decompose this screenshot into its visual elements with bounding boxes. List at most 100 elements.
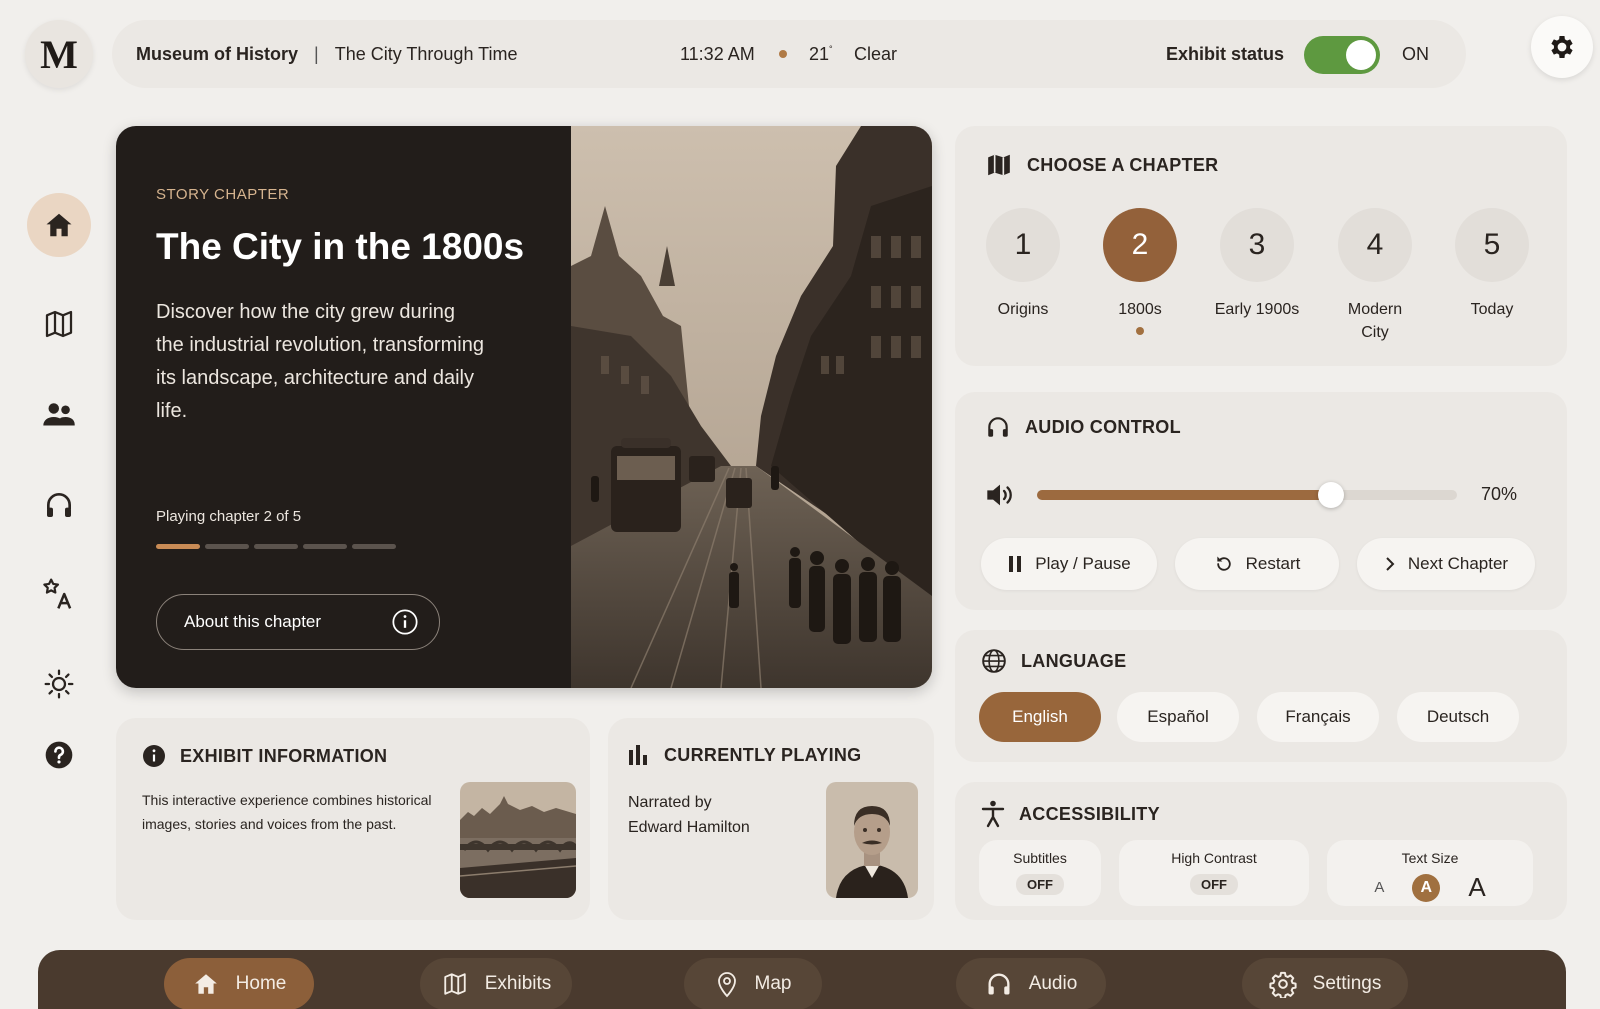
brightness-icon: [44, 669, 74, 699]
sidebar-brightness[interactable]: [27, 652, 91, 716]
narrator-name: Edward Hamilton: [628, 819, 750, 836]
chapter-progress: [156, 544, 396, 549]
subtitles-toggle[interactable]: Subtitles OFF: [979, 840, 1101, 906]
chapter-label: 1800s: [1118, 301, 1162, 318]
volume-handle[interactable]: [1318, 482, 1344, 508]
progress-segment: [352, 544, 396, 549]
currently-playing-header: CURRENTLY PLAYING: [628, 744, 861, 766]
about-chapter-label: About this chapter: [184, 612, 322, 631]
chapter-number: 2: [1103, 208, 1177, 282]
active-chapter-dot: [1136, 327, 1144, 335]
chapter-button-3[interactable]: 3 Early 1900s: [1207, 208, 1307, 321]
text-size-control: Text Size A A A: [1327, 840, 1533, 906]
map-icon: [988, 154, 1010, 176]
nav-audio-label: Audio: [1028, 973, 1078, 994]
nav-map-label: Map: [754, 973, 792, 994]
exhibit-information-card: EXHIBIT INFORMATION This interactive exp…: [116, 718, 590, 920]
headphones-icon: [988, 973, 1010, 995]
globe-icon: [982, 649, 1006, 673]
nav-home[interactable]: Home: [164, 958, 314, 1009]
language-option-francais[interactable]: Français: [1257, 692, 1379, 742]
exhibit-status-label: Exhibit status: [1166, 43, 1285, 64]
chevron-right-icon: [1386, 557, 1395, 571]
chapter-number: 1: [986, 208, 1060, 282]
next-chapter-label: Next Chapter: [1407, 554, 1509, 573]
chapter-label: Today: [1470, 301, 1514, 318]
chapter-number: 3: [1220, 208, 1294, 282]
pause-icon: [1009, 556, 1022, 572]
restart-button[interactable]: Restart: [1175, 538, 1339, 590]
chapter-button-1[interactable]: 1 Origins: [973, 208, 1073, 321]
currently-playing-card: CURRENTLY PLAYING Narrated by Edward Ham…: [608, 718, 934, 920]
volume-fill: [1037, 490, 1331, 500]
location-pin-icon: [717, 972, 736, 998]
bridge-thumbnail: [460, 782, 576, 898]
map-icon: [444, 973, 466, 995]
bar-chart-icon: [629, 745, 647, 765]
subtitles-label: Subtitles: [1013, 850, 1067, 866]
museum-name: Museum of History: [136, 43, 299, 64]
home-icon: [46, 213, 72, 237]
nav-exhibits-label: Exhibits: [484, 973, 552, 994]
nav-settings[interactable]: Settings: [1242, 958, 1408, 1009]
exhibit-status-toggle[interactable]: [1304, 36, 1380, 74]
text-size-medium[interactable]: A: [1412, 873, 1441, 902]
clock: 11:32 AM: [680, 43, 755, 64]
settings-button[interactable]: [1531, 16, 1593, 78]
sidebar-help[interactable]: [27, 723, 91, 787]
home-icon: [194, 974, 217, 994]
chapter-label: Modern City: [1347, 301, 1403, 341]
historic-street-photo: [571, 126, 932, 688]
chapter-title: The City in the 1800s: [156, 226, 525, 267]
playing-status: Playing chapter 2 of 5: [156, 508, 302, 525]
chapter-button-4[interactable]: 4 Modern City: [1325, 208, 1425, 344]
language-option-deutsch[interactable]: Deutsch: [1397, 692, 1519, 742]
chapter-button-5[interactable]: 5 Today: [1442, 208, 1542, 321]
progress-segment: [303, 544, 347, 549]
sidebar-visitors[interactable]: [27, 383, 91, 447]
accessibility-icon: [981, 800, 1005, 828]
progress-segment: [156, 544, 200, 549]
sidebar-language[interactable]: [27, 562, 91, 626]
speaker-icon: [987, 484, 1012, 506]
exhibit-information-text: This interactive experience combines his…: [142, 792, 432, 832]
info-icon: [143, 745, 165, 767]
text-size-small[interactable]: A: [1374, 879, 1384, 896]
play-pause-button[interactable]: Play / Pause: [981, 538, 1157, 590]
nav-map[interactable]: Map: [684, 958, 822, 1009]
chapter-number: 4: [1338, 208, 1412, 282]
help-icon: [45, 741, 73, 769]
volume-percent: 70%: [1481, 484, 1518, 504]
sidebar-map[interactable]: [27, 292, 91, 356]
subtitles-state: OFF: [1016, 874, 1064, 895]
info-icon: [392, 609, 418, 635]
high-contrast-toggle[interactable]: High Contrast OFF: [1119, 840, 1309, 906]
accessibility-title: ACCESSIBILITY: [1019, 803, 1160, 824]
currently-playing-title: CURRENTLY PLAYING: [664, 744, 862, 765]
nav-audio[interactable]: Audio: [956, 958, 1106, 1009]
chapter-number: 5: [1455, 208, 1529, 282]
language-card: LANGUAGE English Español Français Deutsc…: [955, 630, 1567, 762]
about-chapter-button[interactable]: About this chapter: [156, 594, 440, 650]
text-size-large[interactable]: A: [1468, 872, 1485, 903]
next-chapter-button[interactable]: Next Chapter: [1357, 538, 1535, 590]
header-separator: |: [314, 43, 319, 64]
volume-slider[interactable]: [1037, 482, 1457, 508]
weather: Clear: [854, 43, 898, 64]
chapter-selector-card: CHOOSE A CHAPTER 1 Origins 2 1800s 3 Ear…: [955, 126, 1567, 366]
top-bar: Museum of History | The City Through Tim…: [112, 20, 1466, 88]
exhibit-subtitle: The City Through Time: [334, 43, 518, 64]
language-option-english[interactable]: English: [979, 692, 1101, 742]
gear-icon: [1551, 36, 1573, 58]
sidebar-home[interactable]: [27, 193, 91, 257]
sidebar-audio[interactable]: [27, 473, 91, 537]
progress-segment: [254, 544, 298, 549]
temperature: 21°: [809, 43, 833, 64]
language-option-espanol[interactable]: Español: [1117, 692, 1239, 742]
restart-label: Restart: [1245, 554, 1301, 573]
chapter-button-2[interactable]: 2 1800s: [1090, 208, 1190, 335]
nav-exhibits[interactable]: Exhibits: [420, 958, 572, 1009]
chapter-label: Early 1900s: [1214, 301, 1300, 318]
language-header: LANGUAGE: [981, 648, 1126, 674]
play-pause-label: Play / Pause: [1035, 554, 1131, 573]
